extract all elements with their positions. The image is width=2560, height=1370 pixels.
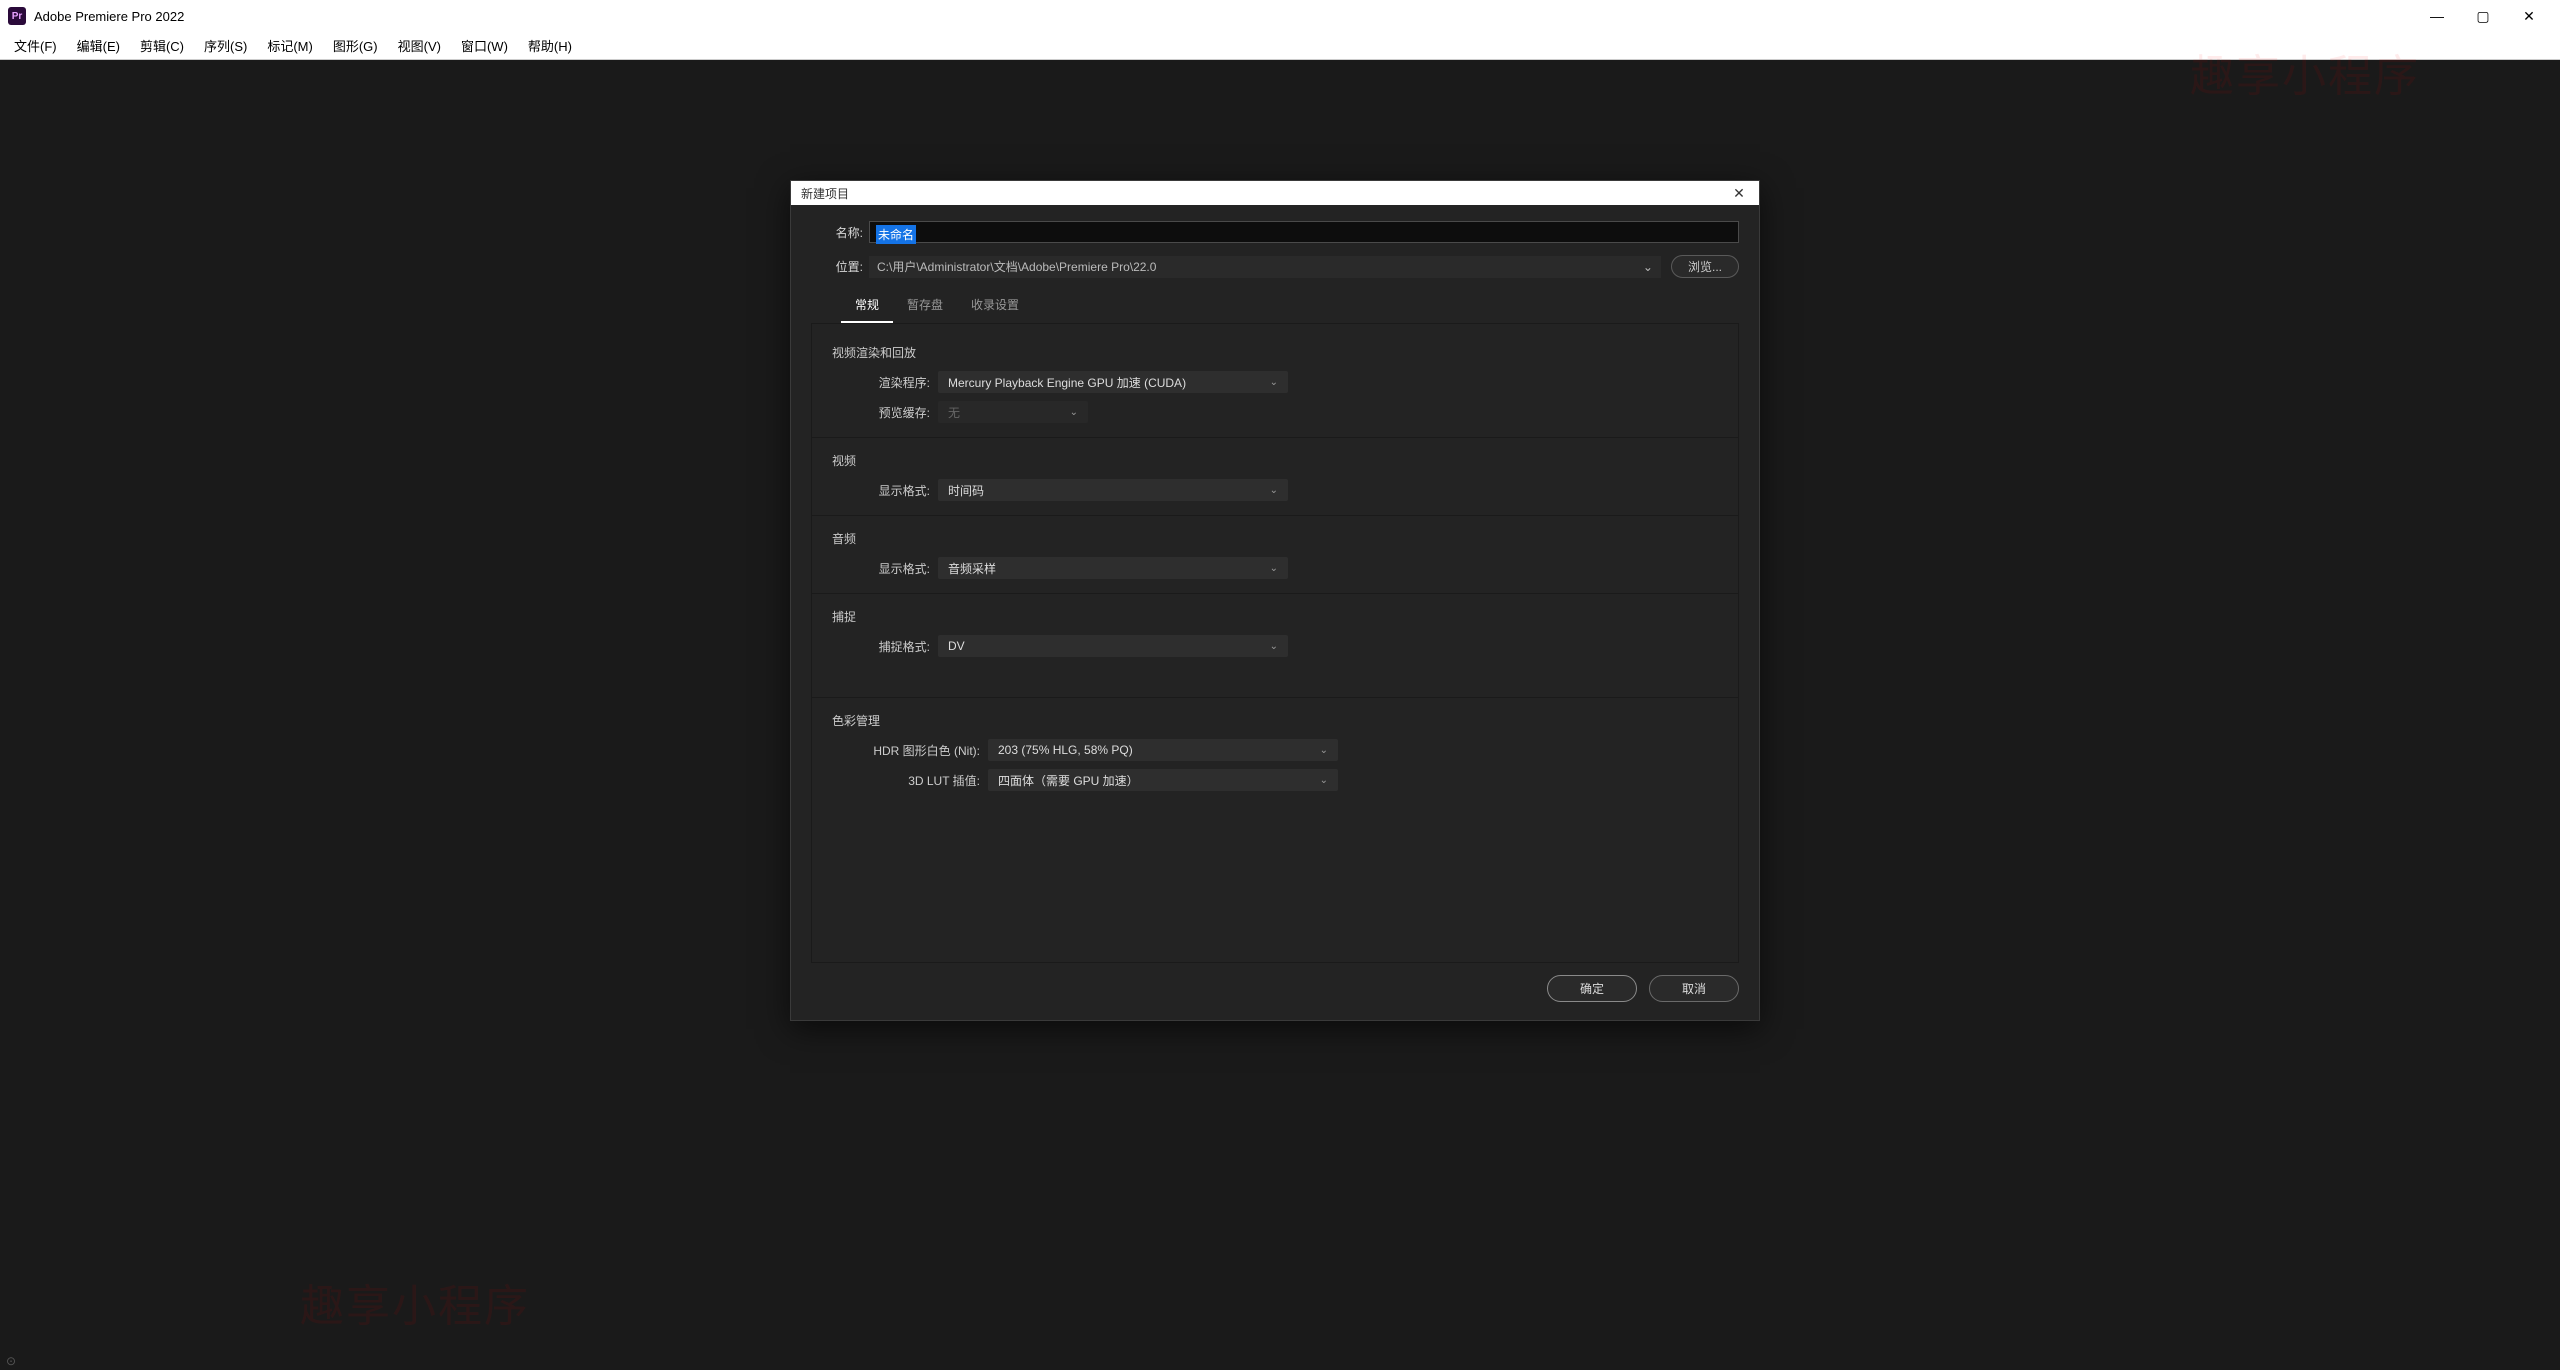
divider bbox=[812, 515, 1738, 516]
menu-marker[interactable]: 标记(M) bbox=[257, 32, 323, 59]
cancel-button[interactable]: 取消 bbox=[1649, 975, 1739, 1002]
menu-graphics[interactable]: 图形(G) bbox=[323, 32, 388, 59]
capture-format-dropdown[interactable]: DV⌄ bbox=[938, 635, 1288, 657]
preview-cache-label: 预览缓存: bbox=[830, 404, 938, 421]
audio-format-label: 显示格式: bbox=[830, 560, 938, 577]
menu-help[interactable]: 帮助(H) bbox=[518, 32, 582, 59]
section-color-title: 色彩管理 bbox=[832, 712, 1720, 729]
app-title: Adobe Premiere Pro 2022 bbox=[34, 9, 2414, 24]
tab-general[interactable]: 常规 bbox=[841, 290, 893, 323]
preview-cache-dropdown: 无⌄ bbox=[938, 401, 1088, 423]
chevron-down-icon: ⌄ bbox=[1320, 775, 1328, 786]
chevron-down-icon: ⌄ bbox=[1070, 407, 1078, 418]
menu-edit[interactable]: 编辑(E) bbox=[67, 32, 130, 59]
section-audio-title: 音频 bbox=[832, 530, 1720, 547]
divider bbox=[812, 593, 1738, 594]
hdr-white-dropdown[interactable]: 203 (75% HLG, 58% PQ)⌄ bbox=[988, 739, 1338, 761]
dialog-header: 新建项目 ✕ bbox=[791, 181, 1759, 205]
tab-scratch-disks[interactable]: 暂存盘 bbox=[893, 290, 957, 323]
titlebar: Pr Adobe Premiere Pro 2022 — ▢ ✕ bbox=[0, 0, 2560, 32]
video-format-dropdown[interactable]: 时间码⌄ bbox=[938, 479, 1288, 501]
lut-interp-dropdown[interactable]: 四面体（需要 GPU 加速）⌄ bbox=[988, 769, 1338, 791]
minimize-button[interactable]: — bbox=[2414, 0, 2460, 32]
dialog-body: 名称: 未命名 位置: C:\用户\Administrator\文档\Adobe… bbox=[791, 205, 1759, 975]
renderer-label: 渲染程序: bbox=[830, 374, 938, 391]
name-label: 名称: bbox=[811, 224, 869, 241]
menu-sequence[interactable]: 序列(S) bbox=[194, 32, 257, 59]
menu-window[interactable]: 窗口(W) bbox=[451, 32, 518, 59]
section-render-title: 视频渲染和回放 bbox=[832, 344, 1720, 361]
divider bbox=[812, 437, 1738, 438]
chevron-down-icon: ⌄ bbox=[1320, 745, 1328, 756]
dialog-footer: 确定 取消 bbox=[791, 975, 1759, 1020]
lut-interp-label: 3D LUT 插值: bbox=[830, 772, 988, 789]
dialog-close-button[interactable]: ✕ bbox=[1729, 183, 1749, 203]
close-button[interactable]: ✕ bbox=[2506, 0, 2552, 32]
location-select[interactable]: C:\用户\Administrator\文档\Adobe\Premiere Pr… bbox=[869, 256, 1661, 278]
dialog-title: 新建项目 bbox=[801, 185, 1729, 202]
video-format-label: 显示格式: bbox=[830, 482, 938, 499]
chevron-down-icon: ⌄ bbox=[1270, 485, 1278, 496]
menu-clip[interactable]: 剪辑(C) bbox=[130, 32, 194, 59]
menu-view[interactable]: 视图(V) bbox=[388, 32, 451, 59]
section-capture-title: 捕捉 bbox=[832, 608, 1720, 625]
maximize-button[interactable]: ▢ bbox=[2460, 0, 2506, 32]
tab-ingest[interactable]: 收录设置 bbox=[957, 290, 1033, 323]
audio-format-dropdown[interactable]: 音频采样⌄ bbox=[938, 557, 1288, 579]
menubar: 文件(F) 编辑(E) 剪辑(C) 序列(S) 标记(M) 图形(G) 视图(V… bbox=[0, 32, 2560, 60]
new-project-dialog: 新建项目 ✕ 名称: 未命名 位置: C:\用户\Administrator\文… bbox=[790, 180, 1760, 1021]
app-icon: Pr bbox=[8, 7, 26, 25]
ok-button[interactable]: 确定 bbox=[1547, 975, 1637, 1002]
hdr-white-label: HDR 图形白色 (Nit): bbox=[830, 742, 988, 759]
statusbar: ⊙ bbox=[0, 1352, 2560, 1370]
divider bbox=[812, 697, 1738, 698]
status-icon: ⊙ bbox=[6, 1354, 16, 1368]
chevron-down-icon: ⌄ bbox=[1643, 260, 1653, 274]
general-panel: 视频渲染和回放 渲染程序: Mercury Playback Engine GP… bbox=[811, 323, 1739, 963]
capture-format-label: 捕捉格式: bbox=[830, 638, 938, 655]
project-name-input[interactable]: 未命名 bbox=[869, 221, 1739, 243]
renderer-dropdown[interactable]: Mercury Playback Engine GPU 加速 (CUDA)⌄ bbox=[938, 371, 1288, 393]
dialog-tabs: 常规 暂存盘 收录设置 bbox=[841, 290, 1739, 323]
chevron-down-icon: ⌄ bbox=[1270, 377, 1278, 388]
chevron-down-icon: ⌄ bbox=[1270, 641, 1278, 652]
browse-button[interactable]: 浏览... bbox=[1671, 255, 1739, 278]
section-video-title: 视频 bbox=[832, 452, 1720, 469]
window-controls: — ▢ ✕ bbox=[2414, 0, 2552, 32]
menu-file[interactable]: 文件(F) bbox=[4, 32, 67, 59]
chevron-down-icon: ⌄ bbox=[1270, 563, 1278, 574]
location-label: 位置: bbox=[811, 258, 869, 275]
location-value: C:\用户\Administrator\文档\Adobe\Premiere Pr… bbox=[877, 258, 1156, 275]
